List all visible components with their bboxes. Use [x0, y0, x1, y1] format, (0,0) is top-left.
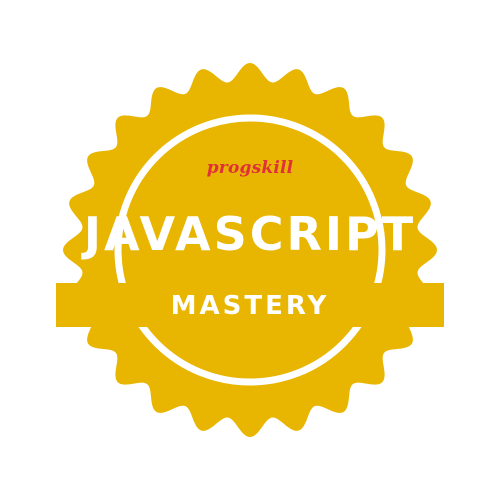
badge: progskill JAVASCRIPT MASTERY: [0, 0, 500, 500]
ribbon-label: MASTERY: [170, 291, 330, 321]
badge-title: JAVASCRIPT: [83, 207, 417, 261]
brand-name: progskill: [206, 158, 294, 178]
